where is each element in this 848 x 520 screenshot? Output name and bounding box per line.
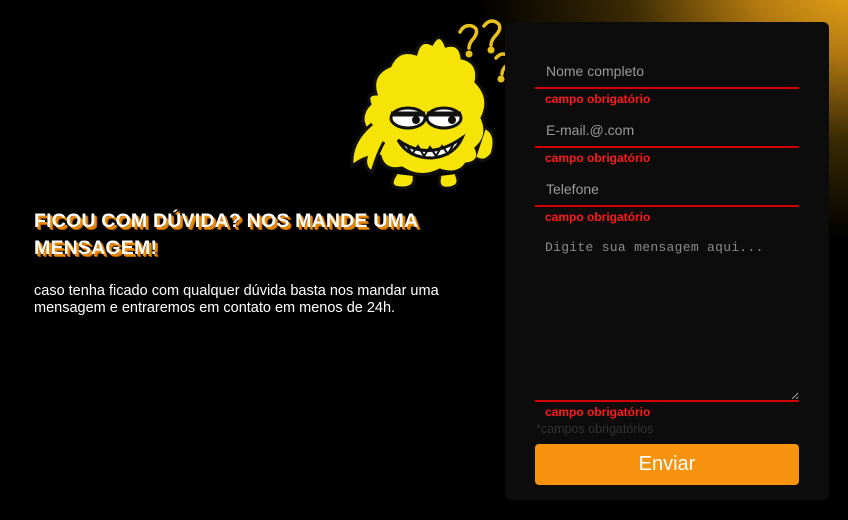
phone-error: campo obrigatório	[545, 210, 651, 224]
contact-form: campo obrigatório campo obrigatório camp…	[505, 22, 829, 500]
name-error: campo obrigatório	[545, 92, 651, 106]
page-title: FICOU COM DÚVIDA? NOS MANDE UMA MENSAGEM…	[34, 210, 418, 259]
confused-monster-illustration	[350, 19, 512, 190]
message-textarea[interactable]	[535, 232, 799, 400]
email-error: campo obrigatório	[545, 151, 651, 165]
phone-field-wrapper	[535, 172, 799, 207]
send-button[interactable]: Enviar	[535, 444, 799, 485]
email-input[interactable]	[535, 113, 799, 146]
phone-input[interactable]	[535, 172, 799, 205]
required-fields-note: *campos obrigatórios	[536, 422, 654, 436]
name-input[interactable]	[535, 54, 799, 87]
message-error: campo obrigatório	[545, 405, 651, 419]
name-field-wrapper	[535, 54, 799, 89]
page-description: caso tenha ficado com qualquer dúvida ba…	[34, 283, 439, 316]
email-field-wrapper	[535, 113, 799, 148]
message-field-wrapper	[535, 232, 799, 402]
